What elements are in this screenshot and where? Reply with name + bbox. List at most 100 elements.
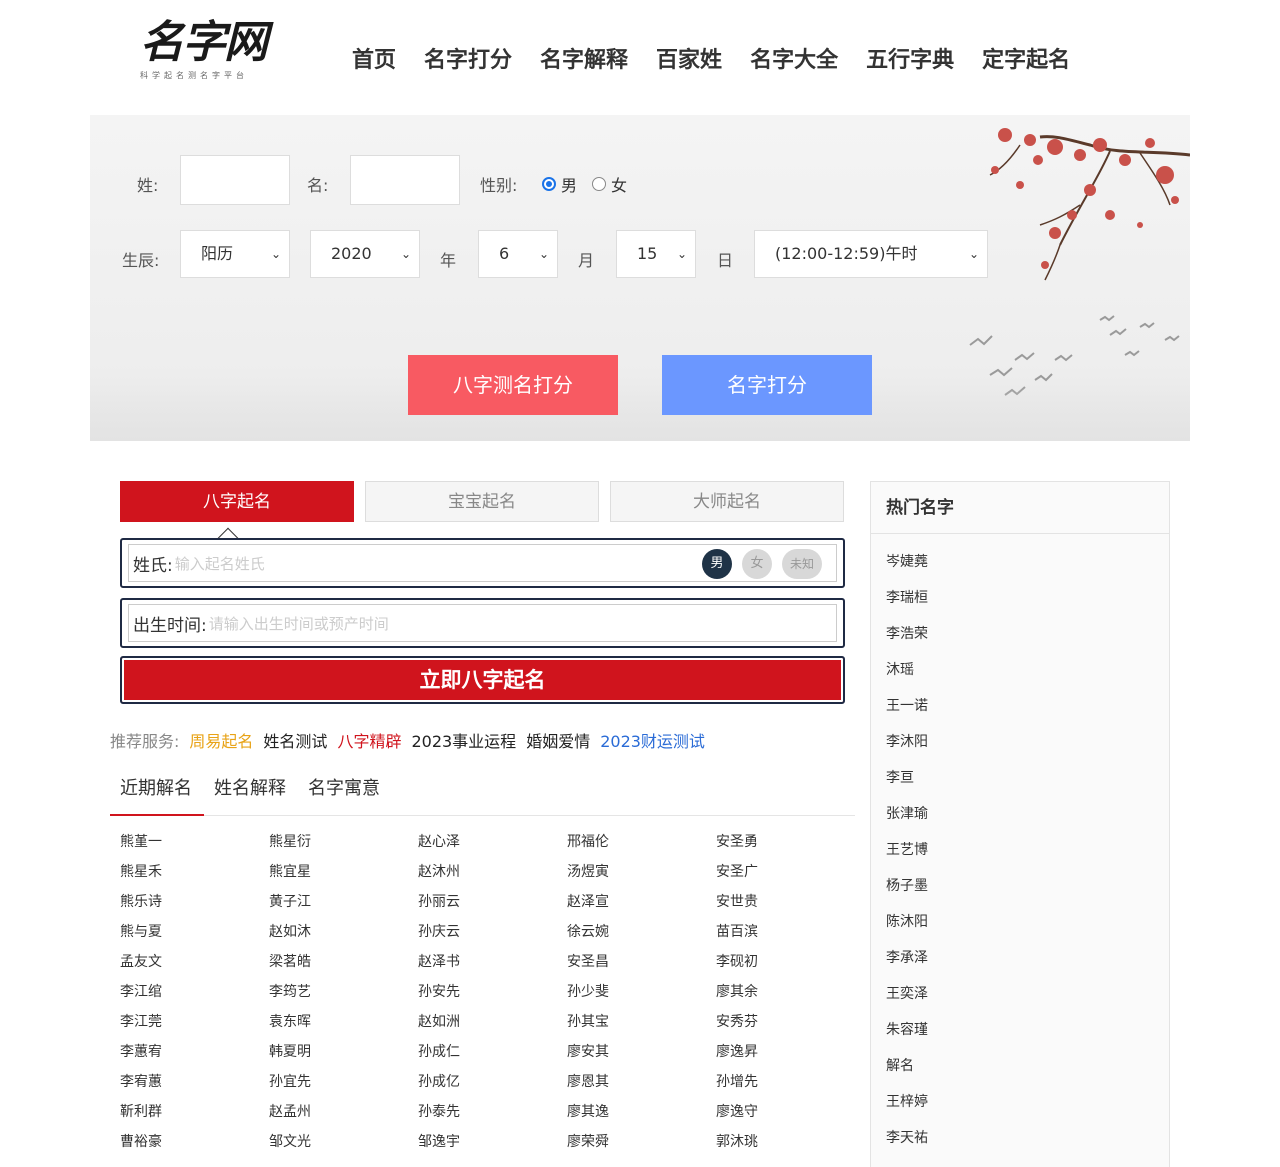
recent-name-link[interactable]: 孙宜先: [269, 1072, 418, 1102]
hot-name-link[interactable]: 沐瑶: [886, 652, 1169, 688]
service-career-2023[interactable]: 2023事业运程: [411, 728, 516, 752]
surname-input[interactable]: [180, 155, 290, 205]
hot-name-link[interactable]: 李亘: [886, 760, 1169, 796]
birth-time-field[interactable]: 出生时间: 请输入出生时间或预产时间: [128, 604, 837, 642]
recent-name-link[interactable]: 孙安先: [418, 982, 567, 1012]
hot-name-link[interactable]: 李瑞桓: [886, 580, 1169, 616]
recent-name-link[interactable]: 熊与夏: [120, 922, 269, 952]
hot-name-link[interactable]: 王艺博: [886, 832, 1169, 868]
recent-name-link[interactable]: 徐云婉: [567, 922, 716, 952]
nav-fixed-char-naming[interactable]: 定字起名: [982, 42, 1070, 74]
nav-home[interactable]: 首页: [352, 42, 396, 74]
hot-name-link[interactable]: 王奕泽: [886, 976, 1169, 1012]
surname-field[interactable]: 姓氏: 输入起名姓氏 男 女 未知: [128, 544, 837, 582]
hot-name-link[interactable]: 李天祐: [886, 1120, 1169, 1156]
service-bazi[interactable]: 八字精辟: [337, 728, 401, 752]
recent-name-link[interactable]: 孙增先: [716, 1072, 865, 1102]
day-select[interactable]: 15 ⌄: [616, 230, 696, 278]
recent-name-link[interactable]: 赵如洲: [418, 1012, 567, 1042]
recent-name-link[interactable]: 邹文光: [269, 1132, 418, 1162]
recent-name-link[interactable]: 李蕙宥: [120, 1042, 269, 1072]
gender-female-radio[interactable]: 女: [592, 172, 627, 196]
gender-unknown-pill[interactable]: 未知: [782, 549, 822, 579]
service-zhouyi-naming[interactable]: 周易起名: [189, 728, 253, 752]
tab-name-explanation[interactable]: 姓名解释: [204, 776, 298, 816]
recent-name-link[interactable]: 赵沐州: [418, 862, 567, 892]
recent-name-link[interactable]: 熊星禾: [120, 862, 269, 892]
recent-name-link[interactable]: 赵如沐: [269, 922, 418, 952]
hot-name-link[interactable]: 李浩荣: [886, 616, 1169, 652]
bazi-score-button[interactable]: 八字测名打分: [408, 355, 618, 415]
recent-name-link[interactable]: 孙其宝: [567, 1012, 716, 1042]
recent-name-link[interactable]: 廖安其: [567, 1042, 716, 1072]
recent-name-link[interactable]: 赵心泽: [418, 832, 567, 862]
hot-name-link[interactable]: 李承泽: [886, 940, 1169, 976]
recent-name-link[interactable]: 邹逸宇: [418, 1132, 567, 1162]
service-wealth-2023[interactable]: 2023财运测试: [600, 728, 705, 752]
recent-name-link[interactable]: 安世贵: [716, 892, 865, 922]
recent-name-link[interactable]: 孙庆云: [418, 922, 567, 952]
recent-name-link[interactable]: 熊宜星: [269, 862, 418, 892]
site-logo[interactable]: 名字网 科学起名测名字平台: [140, 18, 270, 84]
recent-name-link[interactable]: 李江莞: [120, 1012, 269, 1042]
tab-baby-naming[interactable]: 宝宝起名: [365, 481, 599, 522]
recent-name-link[interactable]: 安圣昌: [567, 952, 716, 982]
gender-male-radio[interactable]: 男: [542, 172, 577, 196]
nav-surnames[interactable]: 百家姓: [656, 42, 722, 74]
gender-female-pill[interactable]: 女: [742, 549, 772, 579]
recent-name-link[interactable]: 孙成亿: [418, 1072, 567, 1102]
nav-wuxing-dict[interactable]: 五行字典: [866, 42, 954, 74]
recent-name-link[interactable]: 廖逸守: [716, 1102, 865, 1132]
hot-name-link[interactable]: 陈沐阳: [886, 904, 1169, 940]
recent-name-link[interactable]: 李筠艺: [269, 982, 418, 1012]
month-select[interactable]: 6 ⌄: [478, 230, 558, 278]
recent-name-link[interactable]: 黄子江: [269, 892, 418, 922]
recent-name-link[interactable]: 熊星衍: [269, 832, 418, 862]
nav-name-meaning[interactable]: 名字解释: [540, 42, 628, 74]
recent-name-link[interactable]: 郭沐珧: [716, 1132, 865, 1162]
recent-name-link[interactable]: 苗百滨: [716, 922, 865, 952]
given-name-input[interactable]: [350, 155, 460, 205]
year-select[interactable]: 2020 ⌄: [310, 230, 420, 278]
gender-male-pill[interactable]: 男: [702, 549, 732, 579]
recent-name-link[interactable]: 赵泽书: [418, 952, 567, 982]
recent-name-link[interactable]: 曹裕豪: [120, 1132, 269, 1162]
recent-name-link[interactable]: 梁茗皓: [269, 952, 418, 982]
start-bazi-naming-button[interactable]: 立即八字起名: [120, 656, 845, 704]
recent-name-link[interactable]: 靳利群: [120, 1102, 269, 1132]
recent-name-link[interactable]: 李宥蕙: [120, 1072, 269, 1102]
recent-name-link[interactable]: 韩夏明: [269, 1042, 418, 1072]
tab-bazi-naming[interactable]: 八字起名: [120, 481, 354, 522]
recent-name-link[interactable]: 廖荣舜: [567, 1132, 716, 1162]
recent-name-link[interactable]: 孙丽云: [418, 892, 567, 922]
hour-select[interactable]: (12:00-12:59)午时 ⌄: [754, 230, 988, 278]
recent-name-link[interactable]: 赵孟州: [269, 1102, 418, 1132]
hot-name-link[interactable]: 解名: [886, 1048, 1169, 1084]
hot-name-link[interactable]: 李沐阳: [886, 724, 1169, 760]
recent-name-link[interactable]: 汤煜寅: [567, 862, 716, 892]
service-name-test[interactable]: 姓名测试: [263, 728, 327, 752]
hot-name-link[interactable]: 岑婕蕘: [886, 544, 1169, 580]
hot-name-link[interactable]: 王一诺: [886, 688, 1169, 724]
tab-master-naming[interactable]: 大师起名: [610, 481, 844, 522]
recent-name-link[interactable]: 李江绾: [120, 982, 269, 1012]
recent-name-link[interactable]: 李砚初: [716, 952, 865, 982]
tab-name-meaning[interactable]: 名字寓意: [298, 776, 392, 816]
recent-name-link[interactable]: 廖其余: [716, 982, 865, 1012]
recent-name-link[interactable]: 袁东晖: [269, 1012, 418, 1042]
hot-name-link[interactable]: 朱容瑾: [886, 1012, 1169, 1048]
recent-name-link[interactable]: 熊乐诗: [120, 892, 269, 922]
recent-name-link[interactable]: 熊堇一: [120, 832, 269, 862]
calendar-select[interactable]: 阳历 ⌄: [180, 230, 290, 278]
recent-name-link[interactable]: 孙成仁: [418, 1042, 567, 1072]
recent-name-link[interactable]: 赵泽宣: [567, 892, 716, 922]
recent-name-link[interactable]: 安圣勇: [716, 832, 865, 862]
recent-name-link[interactable]: 安秀芬: [716, 1012, 865, 1042]
service-marriage[interactable]: 婚姻爱情: [526, 728, 590, 752]
recent-name-link[interactable]: 廖其逸: [567, 1102, 716, 1132]
nav-name-list[interactable]: 名字大全: [750, 42, 838, 74]
recent-name-link[interactable]: 孟友文: [120, 952, 269, 982]
recent-name-link[interactable]: 安圣广: [716, 862, 865, 892]
recent-name-link[interactable]: 廖逸昇: [716, 1042, 865, 1072]
hot-name-link[interactable]: 王梓婷: [886, 1084, 1169, 1120]
